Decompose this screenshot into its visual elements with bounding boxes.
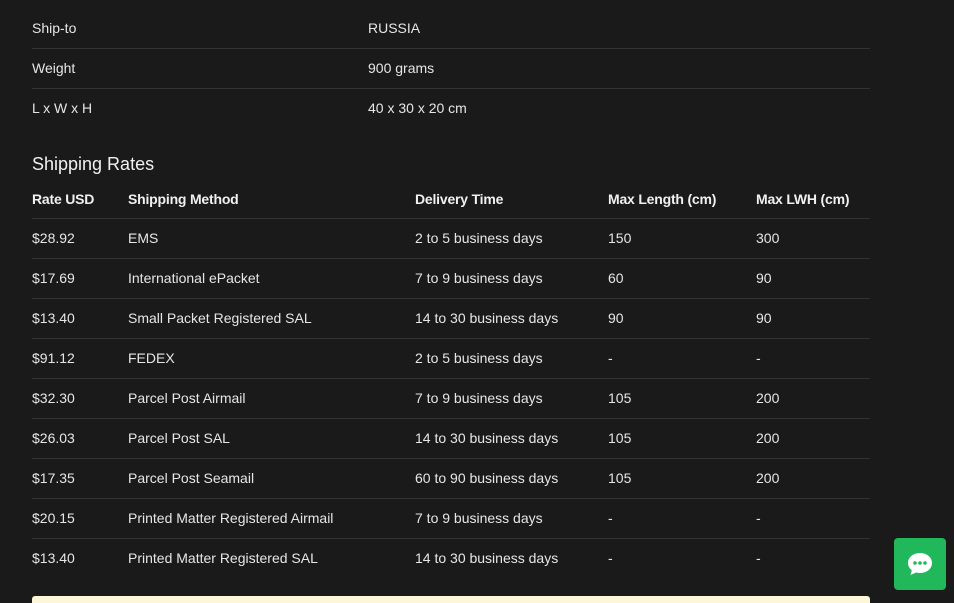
max-lwh-cell: 300: [756, 230, 780, 246]
max-lwh-cell: 200: [756, 470, 780, 486]
info-row-ship-to: Ship-to RUSSIA: [32, 8, 870, 48]
header-rate: Rate USD: [32, 190, 95, 207]
max-length-cell: 150: [608, 230, 632, 246]
rate-cell: $26.03: [32, 430, 75, 446]
info-value: RUSSIA: [368, 19, 421, 36]
method-cell: Printed Matter Registered SAL: [128, 550, 318, 567]
rate-row: $28.92 EMS 2 to 5 business days 150 300: [32, 218, 870, 258]
max-length-cell: -: [608, 350, 613, 366]
notice-bar: [32, 596, 870, 603]
header-max-length: Max Length (cm): [608, 190, 717, 207]
header-delivery: Delivery Time: [415, 190, 504, 207]
delivery-cell: 7 to 9 business days: [415, 510, 543, 526]
rate-cell: $17.35: [32, 470, 75, 486]
chat-button[interactable]: [894, 538, 946, 590]
shipping-content: Ship-to RUSSIA Weight 900 grams L x W x …: [32, 8, 870, 578]
delivery-cell: 14 to 30 business days: [415, 310, 559, 326]
method-cell: Parcel Post Seamail: [128, 470, 255, 486]
rate-cell: $91.12: [32, 350, 75, 366]
max-lwh-cell: 200: [756, 390, 780, 406]
rate-cell: $32.30: [32, 390, 75, 406]
rate-cell: $17.69: [32, 270, 75, 286]
max-lwh-cell: 90: [756, 310, 772, 326]
max-length-cell: -: [608, 550, 613, 567]
max-length-cell: 105: [608, 390, 632, 406]
delivery-cell: 2 to 5 business days: [415, 350, 543, 366]
rate-cell: $13.40: [32, 310, 75, 326]
max-length-cell: -: [608, 510, 613, 526]
rate-row: $13.40 Small Packet Registered SAL 14 to 3…: [32, 298, 870, 338]
header-method: Shipping Method: [128, 190, 239, 207]
rate-row: $91.12 FEDEX 2 to 5 business days - -: [32, 338, 870, 378]
delivery-cell: 7 to 9 business days: [415, 390, 543, 406]
rate-row: $20.15 Printed Matter Registered Airmail 7…: [32, 498, 870, 538]
max-lwh-cell: -: [756, 350, 761, 366]
method-cell: Printed Matter Registered Airmail: [128, 510, 334, 526]
rate-cell: $28.92: [32, 230, 75, 246]
max-length-cell: 105: [608, 470, 632, 486]
rate-row: $17.35 Parcel Post Seamail 60 to 90 busine…: [32, 458, 870, 498]
shipping-info-table: Ship-to RUSSIA Weight 900 grams L x W x …: [32, 8, 870, 128]
rate-cell: $20.15: [32, 510, 75, 526]
shipping-rates-title: Shipping Rates: [32, 154, 155, 174]
method-cell: Small Packet Registered SAL: [128, 310, 312, 326]
max-lwh-cell: 90: [756, 270, 772, 286]
shipping-info-body: Ship-to RUSSIA Weight 900 grams L x W x …: [32, 8, 870, 128]
rates-header-row: Rate USD Shipping Method Delivery Time M…: [32, 180, 870, 218]
header-max-lwh: Max LWH (cm): [756, 190, 850, 207]
method-cell: Parcel Post SAL: [128, 430, 230, 446]
info-label: Weight: [32, 60, 76, 76]
max-lwh-cell: 200: [756, 430, 780, 446]
max-lwh-cell: -: [756, 510, 761, 526]
max-lwh-cell: -: [756, 550, 761, 567]
rate-row: $32.30 Parcel Post Airmail 7 to 9 business…: [32, 378, 870, 418]
delivery-cell: 2 to 5 business days: [415, 230, 543, 246]
rates-body: $28.92 EMS 2 to 5 business days 150 300 $17.6…: [32, 218, 870, 578]
page: Ship-to RUSSIA Weight 900 grams L x W x …: [0, 0, 954, 603]
rate-row: $26.03 Parcel Post SAL 14 to 30 business d…: [32, 418, 870, 458]
delivery-cell: 60 to 90 business days: [415, 470, 559, 486]
rate-row: $17.69 International ePacket 7 to 9 busine…: [32, 258, 870, 298]
method-cell: FEDEX: [128, 350, 175, 366]
rate-cell: $13.40: [32, 550, 75, 567]
info-value: 40 x 30 x 20 cm: [368, 100, 467, 117]
chat-bubble-icon: [906, 551, 934, 577]
shipping-rates-table: Rate USD Shipping Method Delivery Time M…: [32, 180, 870, 578]
info-label: Ship-to: [32, 19, 77, 36]
max-length-cell: 105: [608, 430, 632, 446]
info-label: L x W x H: [32, 100, 93, 117]
method-cell: International ePacket: [128, 270, 260, 286]
delivery-cell: 7 to 9 business days: [415, 270, 543, 286]
delivery-cell: 14 to 30 business days: [415, 430, 559, 446]
method-cell: Parcel Post Airmail: [128, 390, 246, 406]
info-row-weight: Weight 900 grams: [32, 48, 870, 88]
max-length-cell: 90: [608, 310, 624, 326]
method-cell: EMS: [128, 230, 159, 246]
delivery-cell: 14 to 30 business days: [415, 550, 559, 567]
max-length-cell: 60: [608, 270, 624, 286]
rate-row: $13.40 Printed Matter Registered SAL 14 to…: [32, 538, 870, 578]
info-row-dimensions: L x W x H 40 x 30 x 20 cm: [32, 88, 870, 128]
info-value: 900 grams: [368, 60, 435, 76]
